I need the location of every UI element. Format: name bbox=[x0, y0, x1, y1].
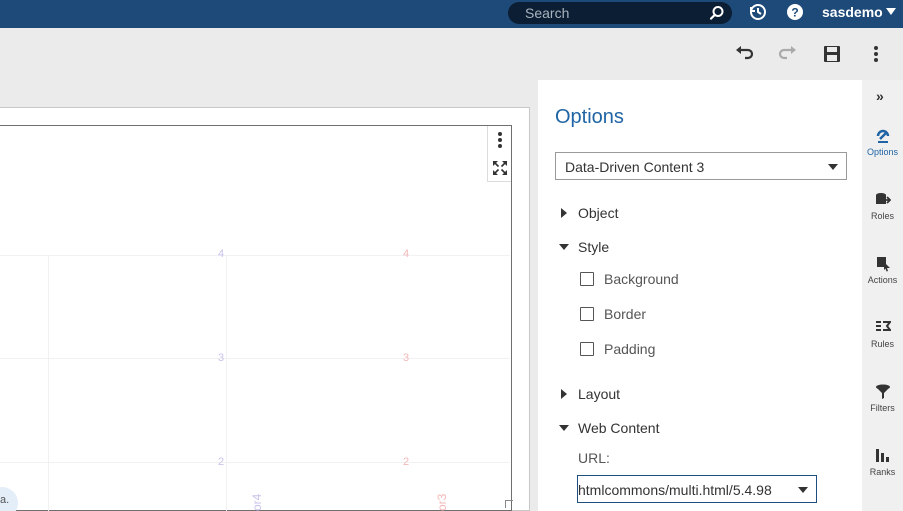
section-style[interactable]: Style bbox=[578, 239, 609, 255]
user-menu[interactable]: sasdemo bbox=[822, 4, 883, 20]
options-pane: Options Data-Driven Content 3 Object Sty… bbox=[538, 80, 862, 511]
axis-label: or3 bbox=[435, 493, 449, 511]
info-bubble-text: a. bbox=[0, 494, 10, 506]
object-toolbar bbox=[487, 126, 511, 182]
chevron-right-icon[interactable] bbox=[561, 208, 567, 218]
chevron-down-icon[interactable] bbox=[559, 244, 569, 250]
url-label: URL: bbox=[578, 450, 610, 466]
rail-item-filters[interactable]: Filters bbox=[862, 383, 903, 433]
border-checkbox[interactable] bbox=[580, 307, 594, 321]
rail-label-actions: Actions bbox=[867, 275, 898, 285]
background-label: Background bbox=[604, 271, 679, 287]
rail-item-rules[interactable]: Rules bbox=[862, 319, 903, 369]
rail-label-filters: Filters bbox=[870, 403, 895, 413]
tick-label: 2 bbox=[403, 456, 410, 468]
tick-label: 3 bbox=[403, 352, 410, 364]
padding-checkbox[interactable] bbox=[580, 342, 594, 356]
gridline bbox=[226, 255, 227, 511]
section-object[interactable]: Object bbox=[578, 205, 618, 221]
rail-item-roles[interactable]: Roles bbox=[862, 191, 903, 241]
svg-text:?: ? bbox=[791, 6, 798, 20]
history-icon[interactable] bbox=[749, 3, 767, 21]
maximize-icon[interactable] bbox=[492, 160, 508, 176]
tick-label: 3 bbox=[218, 352, 225, 364]
search-input[interactable]: Search bbox=[525, 5, 569, 21]
chevron-down-icon[interactable] bbox=[798, 487, 808, 493]
gridline bbox=[0, 255, 510, 256]
pane-title: Options bbox=[555, 106, 624, 128]
actions-icon bbox=[877, 257, 890, 272]
gridline bbox=[0, 358, 510, 359]
collapse-pane-icon[interactable]: » bbox=[876, 88, 884, 104]
resize-handle[interactable] bbox=[505, 500, 513, 508]
filters-icon bbox=[876, 384, 890, 399]
chevron-right-icon[interactable] bbox=[561, 389, 567, 399]
undo-icon[interactable] bbox=[734, 44, 754, 64]
redo-icon[interactable] bbox=[778, 44, 798, 64]
chevron-down-icon bbox=[828, 164, 838, 170]
tick-label: 4 bbox=[403, 248, 410, 260]
gridline bbox=[0, 462, 510, 463]
url-value[interactable]: 5.4.98/htmlcommons/multi.html bbox=[578, 482, 790, 498]
right-rail: » Options Roles Actions Rules Filters Ra… bbox=[862, 80, 903, 511]
help-icon[interactable]: ? bbox=[786, 3, 804, 21]
rail-item-options[interactable]: Options bbox=[862, 127, 903, 177]
tick-label: 4 bbox=[218, 248, 225, 260]
rail-label-options: Options bbox=[866, 147, 899, 157]
search-field[interactable]: Search bbox=[508, 2, 732, 24]
background-checkbox[interactable] bbox=[580, 272, 594, 286]
border-label: Border bbox=[604, 306, 647, 322]
user-menu-caret-icon[interactable] bbox=[886, 8, 896, 15]
section-layout[interactable]: Layout bbox=[578, 386, 620, 402]
rail-label-rules: Rules bbox=[870, 339, 894, 349]
rules-icon bbox=[876, 321, 891, 331]
rail-item-actions[interactable]: Actions bbox=[862, 255, 903, 305]
object-selector-value: Data-Driven Content 3 bbox=[565, 159, 705, 175]
url-field[interactable]: 5.4.98/htmlcommons/multi.html bbox=[577, 475, 817, 503]
options-icon bbox=[876, 129, 890, 143]
rail-item-ranks[interactable]: Ranks bbox=[862, 447, 903, 497]
section-web-content[interactable]: Web Content bbox=[578, 420, 659, 436]
roles-icon bbox=[876, 193, 891, 204]
more-options-icon[interactable] bbox=[866, 44, 886, 64]
rail-label-ranks: Ranks bbox=[869, 467, 896, 477]
padding-label: Padding bbox=[604, 341, 656, 357]
rail-label-roles: Roles bbox=[870, 211, 894, 221]
data-driven-content-object[interactable] bbox=[0, 125, 512, 511]
object-menu-icon[interactable] bbox=[496, 131, 504, 149]
object-selector[interactable]: Data-Driven Content 3 bbox=[555, 152, 847, 180]
save-icon[interactable] bbox=[822, 44, 842, 64]
chevron-down-icon[interactable] bbox=[559, 425, 569, 431]
tick-label: 2 bbox=[218, 456, 225, 468]
report-toolbar bbox=[0, 28, 903, 80]
gridline bbox=[48, 255, 49, 511]
search-icon[interactable] bbox=[709, 5, 725, 21]
ranks-icon bbox=[876, 449, 889, 462]
top-bar: Search ? sasdemo bbox=[0, 0, 903, 28]
axis-label: or4 bbox=[250, 493, 264, 511]
